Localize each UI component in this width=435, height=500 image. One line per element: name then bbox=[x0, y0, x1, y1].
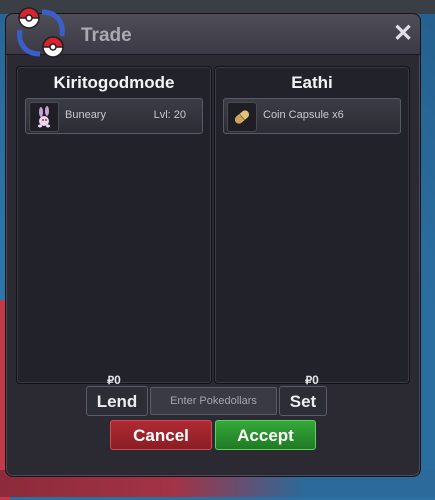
left-trade-slot[interactable]: Buneary Lvl: 20 bbox=[25, 98, 203, 134]
left-item-level: Lvl: 20 bbox=[153, 109, 186, 121]
left-money: ₽0 bbox=[17, 373, 211, 387]
left-player-name: Kiritogodmode bbox=[53, 73, 175, 92]
trade-actions: Cancel Accept bbox=[6, 420, 420, 452]
trade-logo-icon bbox=[17, 7, 65, 58]
lend-button[interactable]: Lend bbox=[86, 386, 148, 416]
trade-window: Trade ✕ Kiritogodmode Buneary Lvl: 20 ₽0 bbox=[5, 13, 421, 477]
window-title: Trade bbox=[81, 25, 132, 46]
left-trader-panel: Kiritogodmode Buneary Lvl: 20 ₽0 bbox=[16, 66, 212, 387]
close-icon[interactable]: ✕ bbox=[392, 22, 414, 46]
money-controls: Lend Set bbox=[6, 386, 420, 418]
left-money-amount: 0 bbox=[114, 373, 121, 387]
right-trader-panel: Eathi Coin Capsule x6 ₽0 bbox=[214, 66, 410, 387]
right-trade-slot[interactable]: Coin Capsule x6 bbox=[223, 98, 401, 134]
right-player-name: Eathi bbox=[291, 73, 333, 92]
right-item-name: Coin Capsule x6 bbox=[263, 109, 344, 121]
right-money: ₽0 bbox=[215, 373, 409, 387]
pokedollars-input[interactable] bbox=[150, 387, 277, 415]
left-item-name: Buneary bbox=[65, 109, 106, 121]
coin-capsule-icon bbox=[227, 102, 257, 132]
set-button[interactable]: Set bbox=[279, 386, 327, 416]
buneary-icon bbox=[29, 102, 59, 132]
cancel-button[interactable]: Cancel bbox=[110, 420, 212, 450]
right-money-amount: 0 bbox=[312, 373, 319, 387]
accept-button[interactable]: Accept bbox=[215, 420, 316, 450]
